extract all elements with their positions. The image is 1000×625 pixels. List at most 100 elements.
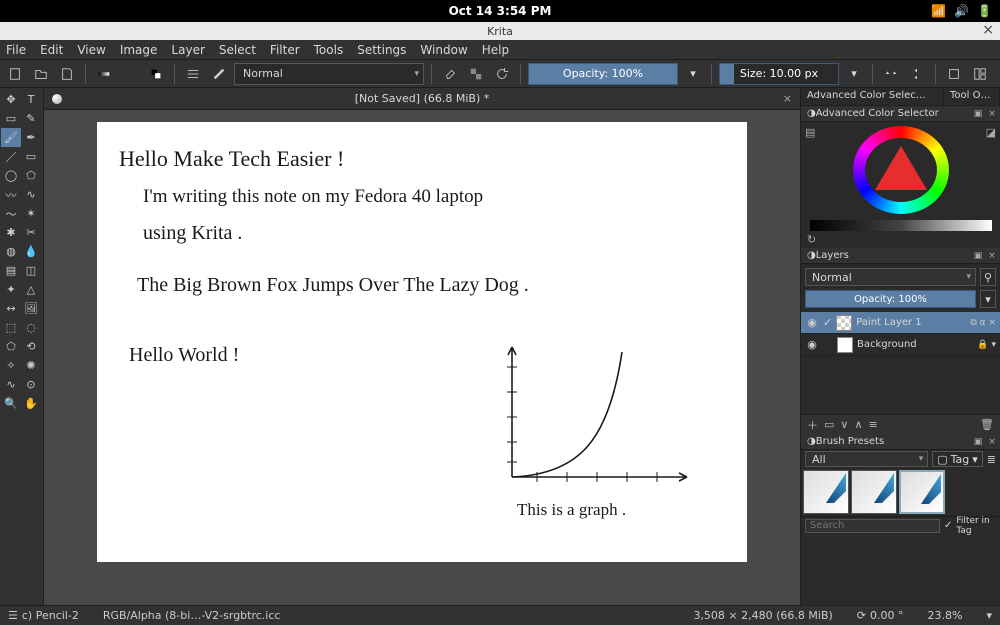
menu-file[interactable]: File [6, 43, 26, 57]
bezier-select-tool[interactable]: ∿ [1, 375, 21, 394]
new-file-button[interactable] [4, 63, 26, 85]
document-tab[interactable]: [Not Saved] (66.8 MiB) * × [44, 88, 800, 110]
add-layer-button[interactable]: ＋ [807, 417, 818, 433]
window-close-button[interactable]: × [982, 22, 994, 38]
calligraphy-tool[interactable]: ✒ [21, 128, 41, 147]
status-profile[interactable]: RGB/Alpha (8-bi…-V2-srgbtrc.icc [103, 609, 281, 622]
hue-strip[interactable] [810, 220, 992, 231]
docker-float-button[interactable]: ▣ [972, 251, 984, 261]
opacity-dropdown-icon[interactable]: ▾ [682, 63, 704, 85]
wrap-around-button[interactable] [943, 63, 965, 85]
layer-properties-button[interactable]: ≡ [869, 418, 878, 431]
reference-tool[interactable]: 🖼 [21, 299, 41, 318]
layer-name[interactable]: Paint Layer 1 [856, 317, 966, 328]
docker-close-button[interactable]: × [986, 437, 998, 447]
polyline-tool[interactable]: 〰 [1, 185, 21, 204]
layer-check-icon[interactable]: ✓ [823, 316, 832, 329]
freehand-brush-tool[interactable]: 🖌 [1, 128, 21, 147]
layer-row[interactable]: ◉ ✓ Paint Layer 1 ⧉ α × [801, 312, 1000, 334]
menu-layer[interactable]: Layer [171, 43, 204, 57]
canvas-viewport[interactable]: Hello Make Tech Easier ! I'm writing thi… [44, 110, 800, 605]
multibrush-tool[interactable]: ✱ [1, 223, 21, 242]
gradient-button[interactable] [93, 63, 115, 85]
presets-tag-filter[interactable]: All [805, 451, 928, 467]
size-dropdown-icon[interactable]: ▾ [843, 63, 865, 85]
brush-settings-button[interactable] [182, 63, 204, 85]
pattern-button[interactable] [119, 63, 141, 85]
layer-blend-dropdown[interactable]: Normal [805, 268, 976, 286]
brush-size-slider[interactable]: Size: 10.00 px [719, 63, 839, 85]
status-options-icon[interactable]: ☰ [8, 609, 18, 622]
battery-icon[interactable]: 🔋 [977, 4, 992, 18]
layer-visibility-icon[interactable]: ◉ [805, 316, 819, 330]
delete-layer-button[interactable]: 🗑 [980, 418, 994, 431]
brush-preset-thumb[interactable] [803, 470, 849, 514]
magnetic-select-tool[interactable]: ⊙ [21, 375, 41, 394]
layer-opacity-dropdown[interactable]: ▾ [980, 290, 996, 308]
pan-tool[interactable]: ✋ [21, 394, 41, 413]
swap-colors-button[interactable] [145, 63, 167, 85]
blend-mode-dropdown[interactable]: Normal [234, 63, 424, 85]
color-wheel[interactable] [853, 126, 949, 214]
transform-tool[interactable]: ▭ [1, 109, 21, 128]
tab-tool-options[interactable]: Tool Opti… [944, 88, 1000, 105]
brush-preset-thumb[interactable] [899, 470, 945, 514]
canvas[interactable]: Hello Make Tech Easier ! I'm writing thi… [97, 122, 747, 562]
acs-refresh-icon[interactable]: ↻ [807, 233, 816, 246]
mirror-vertical-button[interactable] [906, 63, 928, 85]
alpha-lock-button[interactable] [465, 63, 487, 85]
presets-search-input[interactable] [805, 519, 940, 533]
menu-image[interactable]: Image [120, 43, 158, 57]
menu-window[interactable]: Window [420, 43, 467, 57]
rotation-icon[interactable]: ⟳ [857, 609, 866, 622]
ellipse-select-tool[interactable]: ◌ [21, 318, 41, 337]
polygon-select-tool[interactable]: ⬠ [1, 337, 21, 356]
wifi-icon[interactable]: 📶 [931, 4, 946, 18]
menu-edit[interactable]: Edit [40, 43, 63, 57]
duplicate-layer-button[interactable]: ▭ [824, 418, 834, 431]
document-close-button[interactable]: × [783, 92, 792, 105]
layer-visibility-icon[interactable]: ◉ [805, 338, 819, 352]
pattern-edit-tool[interactable]: ◫ [21, 261, 41, 280]
zoom-dropdown-icon[interactable]: ▾ [986, 609, 992, 622]
filter-in-tag-checkbox[interactable]: ✓ [944, 520, 952, 531]
gradient-tool[interactable]: ▤ [1, 261, 21, 280]
eraser-mode-button[interactable] [439, 63, 461, 85]
tab-advanced-color-selector[interactable]: Advanced Color Selec… [801, 88, 944, 105]
bezier-tool[interactable]: ∿ [21, 185, 41, 204]
zoom-tool[interactable]: 🔍 [1, 394, 21, 413]
docker-close-button[interactable]: × [986, 109, 998, 119]
layer-opacity-slider[interactable]: Opacity: 100% [805, 290, 976, 308]
edit-shapes-tool[interactable]: ✎ [21, 109, 41, 128]
move-tool[interactable]: ✥ [1, 90, 21, 109]
status-zoom[interactable]: 23.8% [928, 609, 963, 622]
menu-select[interactable]: Select [219, 43, 256, 57]
fill-tool[interactable]: ◍ [1, 242, 21, 261]
polygon-tool[interactable]: ⬠ [21, 166, 41, 185]
layer-row[interactable]: ◉ Background 🔒 ▾ [801, 334, 1000, 356]
volume-icon[interactable]: 🔊 [954, 4, 969, 18]
acs-options-icon[interactable]: ▤ [805, 126, 815, 139]
status-angle[interactable]: 0.00 ° [870, 609, 904, 622]
workspace-chooser-button[interactable] [969, 63, 991, 85]
freehand-path-tool[interactable]: 〜 [1, 204, 21, 223]
presets-view-icon[interactable]: ≣ [987, 453, 996, 466]
menu-view[interactable]: View [77, 43, 105, 57]
save-file-button[interactable] [56, 63, 78, 85]
measure-tool[interactable]: ↔ [1, 299, 21, 318]
docker-float-button[interactable]: ▣ [972, 109, 984, 119]
layer-name[interactable]: Background [857, 339, 973, 350]
menu-tools[interactable]: Tools [314, 43, 344, 57]
crop-tool[interactable]: ✂ [21, 223, 41, 242]
similar-select-tool[interactable]: ✺ [21, 356, 41, 375]
advanced-color-selector[interactable]: ▤ ◪ ↻ [801, 122, 1000, 248]
assistant-tool[interactable]: △ [21, 280, 41, 299]
smart-fill-tool[interactable]: ✦ [1, 280, 21, 299]
layer-lock-icon[interactable]: ⧉ α × [970, 318, 996, 328]
ellipse-tool[interactable]: ◯ [1, 166, 21, 185]
brush-preset-button[interactable] [208, 63, 230, 85]
move-layer-up-button[interactable]: ∧ [854, 418, 862, 431]
opacity-slider[interactable]: Opacity: 100% [528, 63, 678, 85]
docker-float-button[interactable]: ▣ [972, 437, 984, 447]
rectangle-tool[interactable]: ▭ [21, 147, 41, 166]
